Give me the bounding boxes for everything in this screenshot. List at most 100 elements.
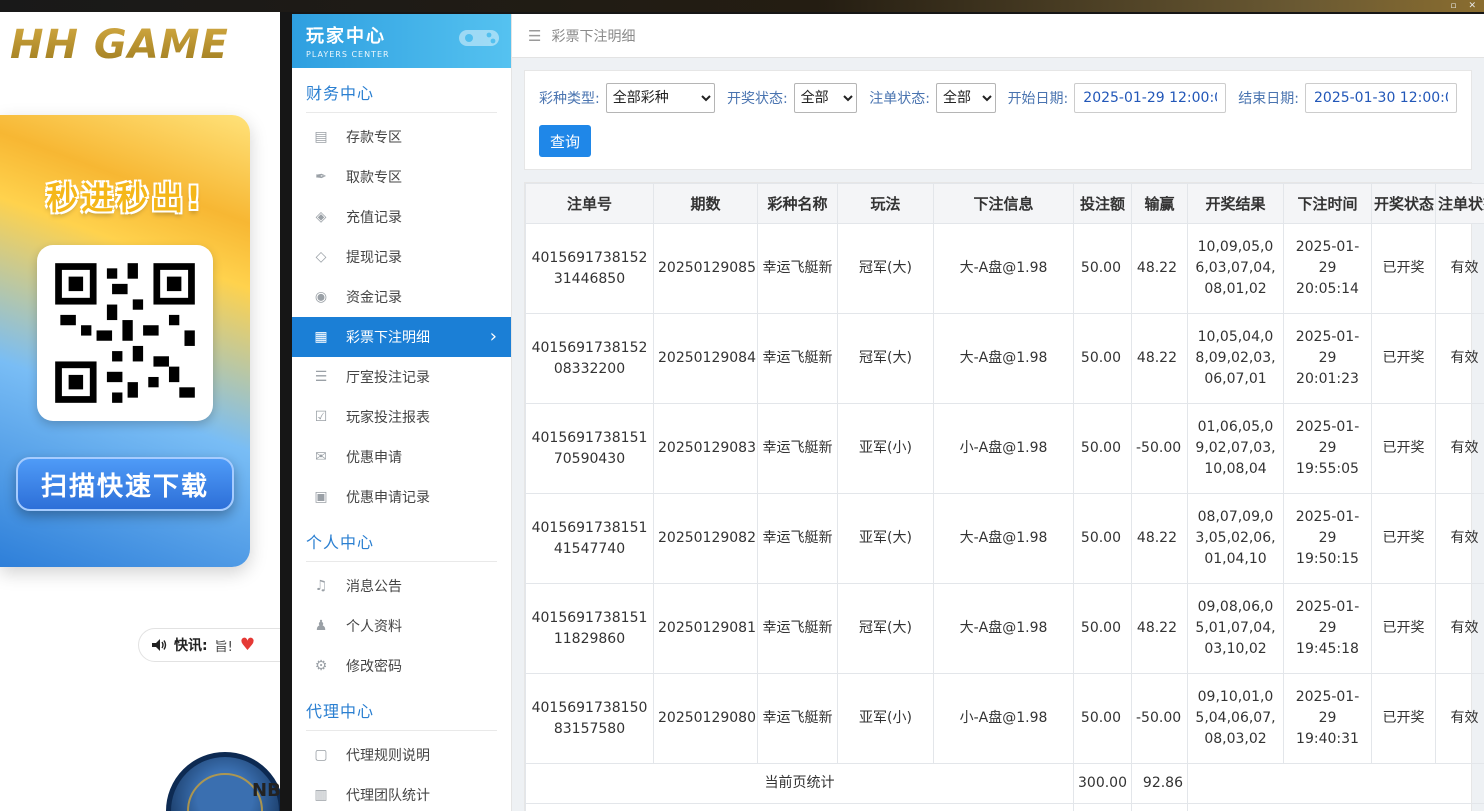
sidebar-item-0-2[interactable]: ◈ 充值记录 (292, 197, 511, 237)
sidebar-sections: 财务中心▤存款专区✒取款专区◈充值记录◇提现记录◉资金记录▦彩票下注明细›☰厅室… (292, 80, 511, 811)
sidebar: 玩家中心 PLAYERS CENTER 财务中心▤存款专区✒取款专区◈充值记录◇… (292, 14, 512, 811)
table-cell: 401569173815208332200 (526, 314, 654, 404)
sidebar-item-label: 玩家投注报表 (346, 407, 430, 427)
column-header: 开奖结果 (1188, 184, 1284, 224)
summary-row: 总统计300.0092.86 (526, 804, 1484, 811)
restore-window-icon[interactable]: ▫ (1450, 2, 1456, 11)
table-cell: 48.22 (1132, 224, 1188, 314)
table-row: 40156917381517059043020250129083幸运飞艇新亚军(… (526, 404, 1484, 494)
table-cell: 有效 (1436, 404, 1484, 494)
sidebar-item-2-0[interactable]: ▢代理规则说明 (292, 735, 511, 775)
recharge-record-icon: ◈ (312, 209, 330, 225)
sidebar-item-0-3[interactable]: ◇提现记录 (292, 237, 511, 277)
table-cell: 10,05,04,08,09,02,03,06,07,01 (1188, 314, 1284, 404)
start-date-input[interactable] (1074, 83, 1226, 113)
summary-label: 当前页统计 (526, 764, 1074, 804)
table-cell: 2025-01-29 20:01:23 (1284, 314, 1372, 404)
sidebar-item-0-8[interactable]: ✉优惠申请 (292, 437, 511, 477)
table-cell: 已开奖 (1372, 404, 1436, 494)
sidebar-item-0-6[interactable]: ☰厅室投注记录 (292, 357, 511, 397)
table-cell: 亚军(小) (838, 674, 934, 764)
bet-detail-icon: ▦ (312, 329, 330, 345)
table-cell: 有效 (1436, 224, 1484, 314)
table-cell: 20250129080 (654, 674, 758, 764)
table-cell: 幸运飞艇新 (758, 314, 838, 404)
modal-backdrop: 玩家中心 PLAYERS CENTER 财务中心▤存款专区✒取款专区◈充值记录◇… (280, 0, 1484, 811)
close-window-icon[interactable]: ✕ (1468, 2, 1476, 11)
sidebar-item-label: 充值记录 (346, 207, 402, 227)
table-cell: 401569173815083157580 (526, 674, 654, 764)
download-qr-code (37, 245, 213, 421)
nba-label: NB (252, 780, 280, 801)
table-cell: 401569173815231446850 (526, 224, 654, 314)
sidebar-item-2-1[interactable]: ▥ 代理团队统计 (292, 775, 511, 811)
table-cell: 有效 (1436, 494, 1484, 584)
table-cell: 401569173815141547740 (526, 494, 654, 584)
sidebar-item-label: 优惠申请 (346, 447, 402, 467)
column-header: 下注时间 (1284, 184, 1372, 224)
table-cell: 冠军(大) (838, 224, 934, 314)
order-status-select[interactable]: 全部 (936, 83, 996, 113)
table-cell: -50.00 (1132, 404, 1188, 494)
column-header: 期数 (654, 184, 758, 224)
table-cell: 小-A盘@1.98 (934, 674, 1074, 764)
table-cell: 50.00 (1074, 584, 1132, 674)
table-cell: 大-A盘@1.98 (934, 584, 1074, 674)
user-profile-icon: ♟ (312, 618, 330, 634)
hamburger-menu-icon[interactable]: ☰ (528, 27, 541, 45)
table-cell: 20250129084 (654, 314, 758, 404)
gear-icon: ⚙ (312, 658, 330, 674)
column-header: 玩法 (838, 184, 934, 224)
bet-records-table: 注单号期数彩种名称玩法下注信息投注额输赢开奖结果下注时间开奖状态注单状态 401… (525, 183, 1484, 811)
summary-winloss-total: 92.86 (1132, 804, 1188, 811)
sidebar-item-0-7[interactable]: ☑玩家投注报表 (292, 397, 511, 437)
news-ticker[interactable]: 快讯: 旨! ♥ (138, 628, 280, 662)
query-button[interactable]: 查询 (539, 125, 591, 157)
bet-records-table-card: 注单号期数彩种名称玩法下注信息投注额输赢开奖结果下注时间开奖状态注单状态 401… (524, 182, 1472, 811)
players-center-panel: 玩家中心 PLAYERS CENTER 财务中心▤存款专区✒取款专区◈充值记录◇… (292, 14, 1484, 811)
sidebar-item-0-0[interactable]: ▤存款专区 (292, 117, 511, 157)
table-cell: 10,09,05,06,03,07,04,08,01,02 (1188, 224, 1284, 314)
agent-rules-doc-icon: ▢ (312, 747, 330, 763)
sidebar-item-label: 个人资料 (346, 616, 402, 636)
sidebar-section-title-2: 代理中心 (306, 698, 497, 731)
table-cell: -50.00 (1132, 674, 1188, 764)
withdraw-icon: ✒ (312, 169, 330, 185)
end-date-input[interactable] (1305, 83, 1457, 113)
summary-row: 当前页统计300.0092.86 (526, 764, 1484, 804)
table-cell: 幸运飞艇新 (758, 404, 838, 494)
sidebar-item-label: 资金记录 (346, 287, 402, 307)
agent-team-stats-icon: ▥ (312, 787, 330, 803)
sidebar-item-0-4[interactable]: ◉资金记录 (292, 277, 511, 317)
column-header: 投注额 (1074, 184, 1132, 224)
sidebar-item-label: 优惠申请记录 (346, 487, 430, 507)
table-row: 40156917381508315758020250129080幸运飞艇新亚军(… (526, 674, 1484, 764)
order-status-label: 注单状态: (869, 88, 930, 108)
sidebar-item-0-5[interactable]: ▦彩票下注明细› (292, 317, 511, 357)
table-cell: 有效 (1436, 584, 1484, 674)
scan-download-button[interactable]: 扫描快速下载 (16, 457, 234, 511)
table-cell: 幸运飞艇新 (758, 584, 838, 674)
table-cell: 20250129085 (654, 224, 758, 314)
table-cell: 50.00 (1074, 494, 1132, 584)
ticker-text: 旨! (215, 636, 233, 655)
draw-status-select[interactable]: 全部 (794, 83, 858, 113)
table-cell: 已开奖 (1372, 494, 1436, 584)
table-cell: 2025-01-29 19:55:05 (1284, 404, 1372, 494)
sidebar-item-0-1[interactable]: ✒取款专区 (292, 157, 511, 197)
sidebar-item-0-9[interactable]: ▣优惠申请记录 (292, 477, 511, 517)
end-date-label: 结束日期: (1238, 88, 1299, 108)
promo-headline: 秒进秒出! (46, 173, 204, 219)
table-cell: 亚军(大) (838, 494, 934, 584)
sidebar-item-1-0[interactable]: ♫消息公告 (292, 566, 511, 606)
table-cell: 50.00 (1074, 314, 1132, 404)
table-cell: 01,06,05,09,02,07,03,10,08,04 (1188, 404, 1284, 494)
sidebar-section-title-1: 个人中心 (306, 529, 497, 562)
sidebar-header: 玩家中心 PLAYERS CENTER (292, 14, 511, 68)
sidebar-item-label: 提现记录 (346, 247, 402, 267)
sidebar-item-label: 代理团队统计 (346, 785, 430, 805)
gamepad-icon (457, 22, 501, 52)
sidebar-item-1-1[interactable]: ♟ 个人资料 (292, 606, 511, 646)
sidebar-item-1-2[interactable]: ⚙修改密码 (292, 646, 511, 686)
lottery-type-select[interactable]: 全部彩种 (606, 83, 715, 113)
